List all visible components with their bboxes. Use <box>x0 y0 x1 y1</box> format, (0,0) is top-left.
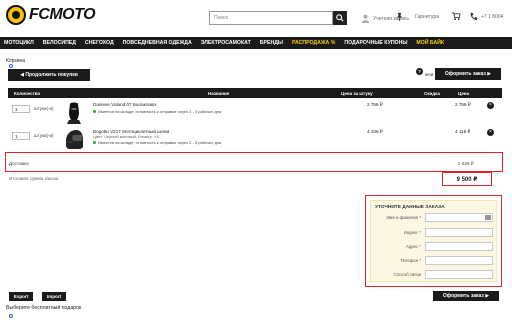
language-label: Гарнитура <box>415 14 439 20</box>
delivery-highlight <box>5 152 503 172</box>
field-label-address: Адрес * <box>405 244 421 249</box>
col-discount: Скидка <box>424 90 440 96</box>
search-input[interactable]: Поиск <box>209 11 333 25</box>
order-details-panel: УТОЧНИТЕ ДАННЫЕ ЗАКАЗА Имя и фамилия * И… <box>365 195 502 287</box>
help-icon[interactable]: ? <box>416 68 423 75</box>
menu-item[interactable]: РАСПРОДАЖА % <box>292 40 335 46</box>
quantity-input[interactable]: 1 <box>12 132 30 140</box>
menu-item[interactable]: ЭЛЕКТРОСАМОКАТ <box>201 40 251 46</box>
in-stock-dot-icon <box>93 141 96 144</box>
stock-text: Имеется на складе, готовность к отправке… <box>98 109 222 114</box>
line-price: 4 118 ₽ <box>455 129 471 134</box>
table-row: 1 штука(-и) Daniexe Voland 07 Балаклава … <box>8 99 502 129</box>
zip-field[interactable] <box>425 228 493 237</box>
menu-item[interactable]: ВЕЛОСИПЕД <box>43 40 76 46</box>
table-row: 1 штука(-и) Bogotto V217 Мотоциклетный ш… <box>8 126 502 153</box>
pin-icon <box>396 12 403 21</box>
total-label: Итоговая сумма заказа <box>9 176 59 181</box>
cart-radio[interactable] <box>9 64 13 68</box>
menu-item[interactable]: МОТОЦИКЛ <box>4 40 34 46</box>
phone-link[interactable]: +7 1 8004 <box>469 12 503 21</box>
checkout-button-bottom[interactable]: Оформить заказ ▶ <box>433 291 499 301</box>
quantity-input[interactable]: 1 <box>12 105 30 113</box>
field-label-name: Имя и фамилия * <box>386 215 421 220</box>
order-details-form: УТОЧНИТЕ ДАННЫЕ ЗАКАЗА Имя и фамилия * И… <box>370 200 497 282</box>
contact-card-icon[interactable] <box>485 215 491 220</box>
gift-radio[interactable] <box>9 314 13 318</box>
menu-item[interactable]: ПОДАРОЧНЫЕ КУПОНЫ <box>344 40 407 46</box>
unit-price: 2 756 ₽ <box>367 102 383 107</box>
col-quantity: Количество <box>14 90 41 96</box>
unit-price: 4 108 ₽ <box>367 129 383 134</box>
user-icon <box>361 14 370 23</box>
remove-item-icon[interactable]: × <box>487 129 494 136</box>
delivery-price: 2 626 ₽ <box>458 161 474 166</box>
menu-item[interactable]: МОЙ БАЙК <box>416 40 444 46</box>
checkout-button-top[interactable]: Оформить заказ ▶ <box>435 68 501 80</box>
phone-field[interactable] <box>425 256 493 265</box>
remove-item-icon[interactable]: × <box>487 102 494 109</box>
top-header: FCMOTO Поиск Учетная запись Гарнитура +7… <box>0 0 512 38</box>
total-value: 9 500 ₽ <box>442 172 492 186</box>
stock-text: Имеется на складе, готовность к отправке… <box>98 140 222 145</box>
export-button[interactable]: Export <box>9 292 33 301</box>
main-menu: МОТОЦИКЛ ВЕЛОСИПЕД СНЕГОХОД ПОВСЕДНЕВНАЯ ОД… <box>0 37 512 49</box>
logo[interactable]: FCMOTO <box>6 5 96 25</box>
field-label-phone: Телефон * <box>400 258 421 263</box>
phone-icon <box>470 12 478 21</box>
col-name: Название <box>208 90 230 96</box>
search-button[interactable] <box>333 11 347 25</box>
help-label: ючи <box>425 72 434 77</box>
cart-icon <box>452 12 461 21</box>
field-label-contact: Способ связи <box>393 272 421 277</box>
line-price: 2 756 ₽ <box>455 102 471 107</box>
language-link[interactable]: Гарнитура <box>415 14 439 20</box>
menu-item[interactable]: СНЕГОХОД <box>85 40 114 46</box>
phone-label: +7 1 8004 <box>481 13 504 20</box>
cart-title: Корзина <box>6 58 26 64</box>
menu-item[interactable]: ПОВСЕДНЕВНАЯ ОДЕЖДА <box>123 40 192 46</box>
address-field[interactable] <box>425 242 493 251</box>
import-button[interactable]: Import <box>42 292 66 301</box>
helmet-thumbnail[interactable] <box>64 129 84 151</box>
name-field[interactable] <box>425 213 493 222</box>
quantity-unit: штука(-и) <box>34 133 54 138</box>
field-label-zip: Индекс * <box>403 230 421 235</box>
balaclava-thumbnail[interactable] <box>64 102 84 124</box>
continue-shopping-button[interactable]: ◀ Продолжить покупки <box>8 69 90 81</box>
stock-status: Имеется на складе, готовность к отправке… <box>93 109 221 114</box>
cart-table-header: Количество Название Цена за штуку Скидка… <box>8 88 502 98</box>
in-stock-dot-icon <box>93 110 96 113</box>
contact-method-field[interactable] <box>425 270 493 279</box>
product-name[interactable]: Daniexe Voland 07 Балаклава <box>93 102 156 107</box>
search-icon <box>336 14 344 22</box>
pin-link[interactable] <box>395 12 407 21</box>
stock-status: Имеется на складе, готовность к отправке… <box>93 140 221 145</box>
cart-link[interactable] <box>452 12 464 21</box>
logo-badge-icon <box>6 5 26 25</box>
col-price: Цена <box>458 90 470 96</box>
quantity-unit: штука(-и) <box>34 106 54 111</box>
menu-item[interactable]: БРЕНДЫ <box>260 40 283 46</box>
form-title: УТОЧНИТЕ ДАННЫЕ ЗАКАЗА <box>375 205 445 210</box>
logo-text: FCMOTO <box>29 6 96 23</box>
delivery-label: Доставка <box>9 161 29 166</box>
gift-title: Выберите бесплатный подарок <box>6 305 82 311</box>
product-options: Цвет: Черный матовый, Размер: XS <box>93 134 160 139</box>
col-list-price: Цена за штуку <box>341 90 373 96</box>
